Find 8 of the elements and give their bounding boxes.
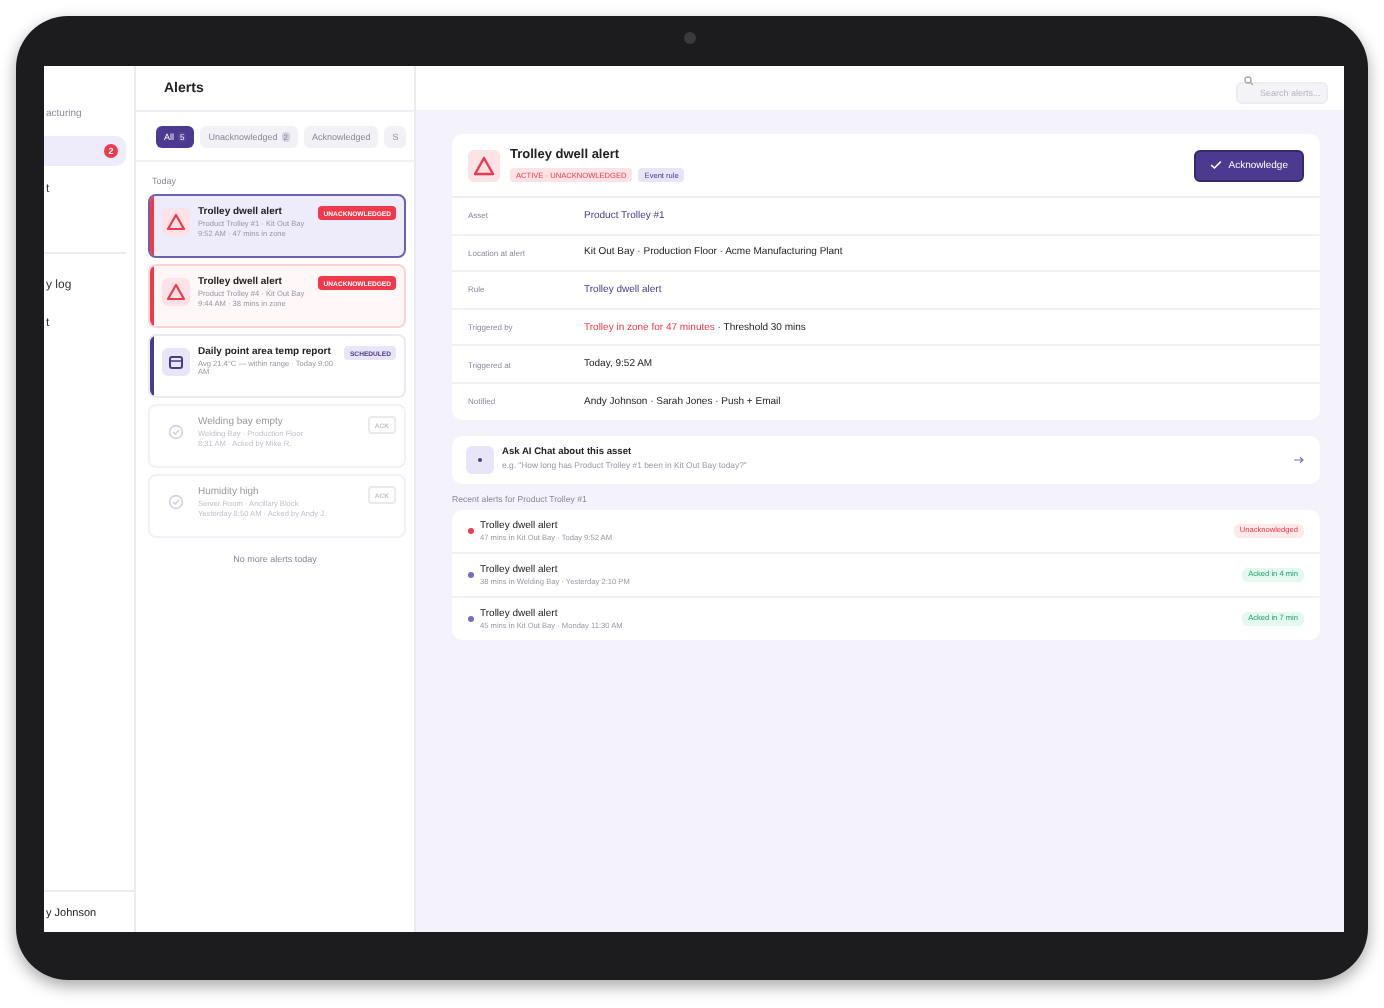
check-icon: [1210, 160, 1223, 170]
search-icon: [1244, 76, 1254, 86]
warning-icon: [162, 278, 190, 306]
warning-icon: [468, 149, 500, 181]
arrow-icon: [1294, 455, 1304, 464]
camera-dot: [684, 32, 696, 44]
warning-icon: [162, 208, 190, 236]
calendar-icon: [162, 348, 190, 376]
